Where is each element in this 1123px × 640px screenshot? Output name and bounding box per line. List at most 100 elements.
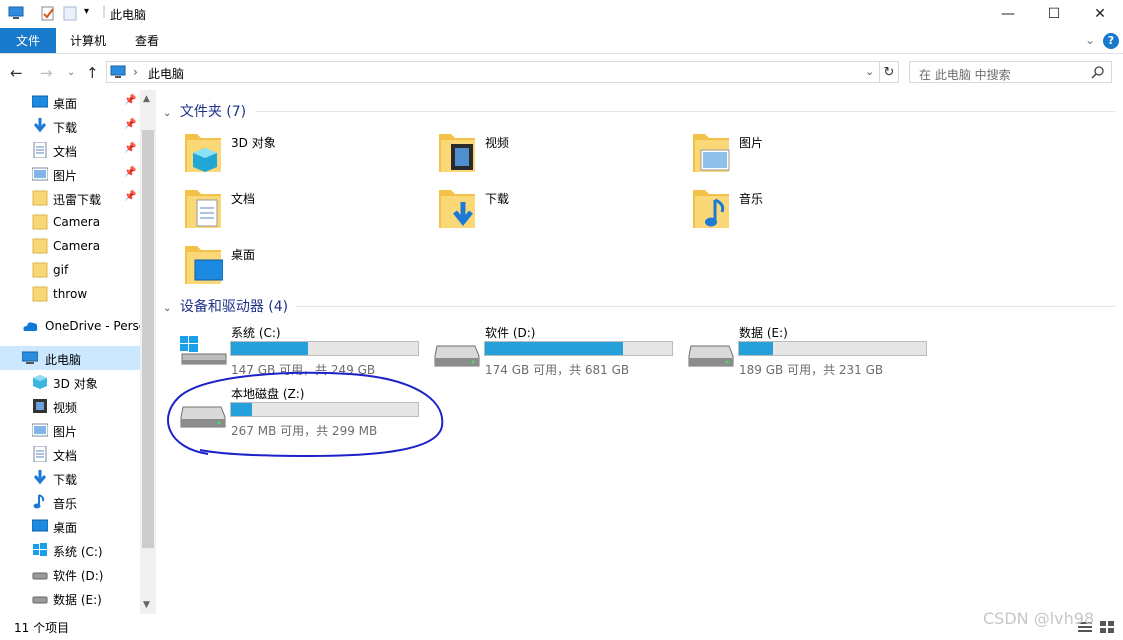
drive-usage-fill <box>485 342 624 355</box>
computer-icon <box>22 351 38 364</box>
nav-item-pictures-pc[interactable]: 图片 <box>0 418 140 442</box>
group-header-label: 设备和驱动器 (4) <box>179 299 289 315</box>
nav-item-throw[interactable]: throw <box>0 282 140 306</box>
large-icons-view-icon[interactable] <box>1100 621 1114 633</box>
desktop-folder-icon <box>185 246 223 284</box>
scroll-up-icon[interactable]: ▲ <box>143 94 150 104</box>
nav-item-gif[interactable]: gif <box>0 258 140 282</box>
nav-item-camera-1[interactable]: Camera <box>0 210 140 234</box>
drive-free-space: 189 GB 可用，共 231 GB <box>739 363 884 377</box>
drive-usage-bar <box>738 341 927 356</box>
tab-view[interactable]: 查看 <box>122 28 172 53</box>
close-button[interactable]: ✕ <box>1077 0 1123 28</box>
nav-item-onedrive[interactable]: OneDrive - Perse <box>0 314 146 338</box>
refresh-icon[interactable]: ↻ <box>879 61 899 83</box>
nav-label: 视频 <box>53 401 78 415</box>
drive-d[interactable]: 软件 (D:) 174 GB 可用，共 681 GB <box>417 324 673 382</box>
folder-downloads[interactable]: 下载 <box>417 184 667 236</box>
nav-label: 3D 对象 <box>53 377 98 391</box>
nav-label: Camera <box>53 215 101 229</box>
up-arrow-icon[interactable]: ↑ <box>86 64 99 82</box>
address-row: ← → ⌄ ↑ › 此电脑 ⌄ ↻ 在 此电脑 中搜索 <box>0 56 1123 90</box>
nav-item-downloads-pc[interactable]: 下载 <box>0 466 140 490</box>
drive-name: 软件 (D:) <box>485 326 536 340</box>
nav-item-drive-c[interactable]: 系统 (C:) <box>0 538 140 562</box>
folder-documents[interactable]: 文档 <box>163 184 413 236</box>
new-folder-icon[interactable] <box>63 5 77 21</box>
nav-label: 系统 (C:) <box>53 545 103 559</box>
address-dropdown-chevron-icon[interactable]: ⌄ <box>865 65 874 78</box>
nav-item-documents[interactable]: 文档 📌 <box>0 138 140 162</box>
nav-item-desktop[interactable]: 桌面 📌 <box>0 90 140 114</box>
breadcrumb-separator-icon[interactable]: › <box>133 65 138 79</box>
collapse-chevron-icon[interactable]: ⌄ <box>163 108 171 119</box>
scroll-down-icon[interactable]: ▼ <box>143 600 150 610</box>
drive-name: 数据 (E:) <box>739 326 788 340</box>
breadcrumb-this-pc[interactable]: 此电脑 <box>148 65 184 82</box>
file-explorer-window: ▾ | 此电脑 — ☐ ✕ 文件 计算机 查看 ⌄ ? ← → ⌄ ↑ › 此电… <box>0 0 1123 640</box>
folder-music[interactable]: 音乐 <box>671 184 921 236</box>
nav-item-3d-objects[interactable]: 3D 对象 <box>0 370 140 394</box>
drive-usage-fill <box>231 342 308 355</box>
nav-item-drive-d[interactable]: 软件 (D:) <box>0 562 140 586</box>
documents-icon <box>33 142 47 158</box>
nav-item-this-pc[interactable]: 此电脑 <box>0 346 140 370</box>
address-bar[interactable]: › 此电脑 ⌄ <box>106 61 880 83</box>
3d-objects-folder-icon <box>185 134 221 172</box>
folder-desktop[interactable]: 桌面 <box>163 240 413 292</box>
drive-icon <box>32 572 48 580</box>
forward-arrow-icon[interactable]: → <box>40 64 53 82</box>
folders-group-header[interactable]: ⌄ 文件夹 (7) <box>163 101 1115 121</box>
folder-3d-objects[interactable]: 3D 对象 <box>163 128 413 180</box>
folder-label: 3D 对象 <box>231 136 276 150</box>
nav-item-videos[interactable]: 视频 <box>0 394 140 418</box>
recent-locations-chevron-icon[interactable]: ⌄ <box>67 67 75 78</box>
collapse-chevron-icon[interactable]: ⌄ <box>163 303 171 314</box>
nav-item-camera-2[interactable]: Camera <box>0 234 140 258</box>
nav-item-xunlei[interactable]: 迅雷下载 📌 <box>0 186 140 210</box>
drive-e[interactable]: 数据 (E:) 189 GB 可用，共 231 GB <box>671 324 927 382</box>
search-input[interactable]: 在 此电脑 中搜索 <box>909 61 1112 83</box>
group-divider <box>295 306 1115 307</box>
folder-label: 视频 <box>485 136 510 150</box>
folder-icon <box>32 286 48 302</box>
maximize-button[interactable]: ☐ <box>1031 0 1077 28</box>
nav-item-downloads[interactable]: 下载 📌 <box>0 114 140 138</box>
nav-item-documents-pc[interactable]: 文档 <box>0 442 140 466</box>
drive-usage-bar <box>484 341 673 356</box>
nav-item-pictures[interactable]: 图片 📌 <box>0 162 140 186</box>
nav-label: 桌面 <box>53 521 78 535</box>
quick-access-toolbar-dropdown-icon[interactable]: ▾ <box>84 6 89 17</box>
windows-drive-icon <box>180 336 227 365</box>
folder-icon <box>32 262 48 278</box>
computer-icon <box>110 65 126 78</box>
help-icon[interactable]: ? <box>1103 33 1119 49</box>
drive-icon <box>32 596 48 604</box>
folder-pictures[interactable]: 图片 <box>671 128 921 180</box>
folder-videos[interactable]: 视频 <box>417 128 667 180</box>
item-count: 11 个项目 <box>14 621 70 635</box>
tab-file[interactable]: 文件 <box>0 28 56 53</box>
title-divider: | <box>102 4 107 18</box>
nav-label: throw <box>53 287 88 301</box>
properties-icon[interactable] <box>40 5 56 21</box>
back-arrow-icon[interactable]: ← <box>10 64 23 82</box>
nav-label: 文档 <box>53 449 78 463</box>
nav-item-desktop-pc[interactable]: 桌面 <box>0 514 140 538</box>
nav-label: 迅雷下载 <box>53 193 102 207</box>
search-placeholder: 在 此电脑 中搜索 <box>919 68 1011 82</box>
nav-label: 图片 <box>53 169 78 183</box>
nav-scrollbar-thumb[interactable] <box>142 130 154 548</box>
nav-item-drive-e[interactable]: 数据 (E:) <box>0 586 140 610</box>
nav-item-music[interactable]: 音乐 <box>0 490 140 514</box>
minimize-button[interactable]: — <box>985 0 1031 28</box>
pin-icon: 📌 <box>124 191 137 202</box>
videos-icon <box>33 399 47 413</box>
drives-group-header[interactable]: ⌄ 设备和驱动器 (4) <box>163 296 1115 316</box>
folder-label: 文档 <box>231 192 256 206</box>
ribbon-expand-chevron-icon[interactable]: ⌄ <box>1085 33 1095 47</box>
navigation-pane: 桌面 📌 下载 📌 文档 📌 图片 📌 迅雷下载 📌 Camera Camera… <box>0 90 156 614</box>
tab-computer[interactable]: 计算机 <box>58 28 118 53</box>
onedrive-cloud-icon <box>23 322 38 331</box>
pictures-icon <box>32 423 48 437</box>
